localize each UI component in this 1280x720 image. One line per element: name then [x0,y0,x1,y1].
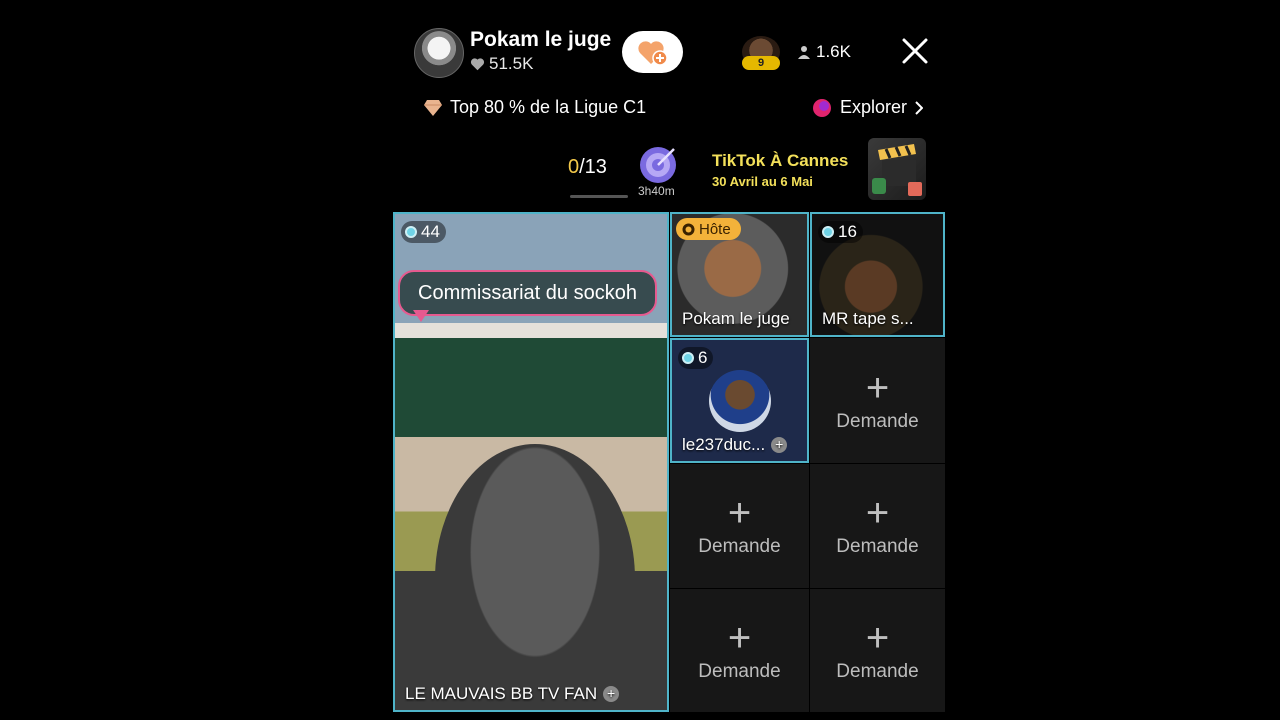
plus-icon: + [865,491,890,535]
gift-score-value: 16 [838,222,857,241]
plus-icon: + [865,615,890,660]
goal-progress[interactable]: 0/13 [568,156,607,179]
host-badge: Hôte [676,218,741,240]
host-tile[interactable]: Hôte Pokam le juge [670,212,809,337]
likes-count: 51.5K [470,54,533,74]
target-icon[interactable] [636,144,680,184]
comment-bubble: Commissariat du sockoh [398,270,657,316]
clapperboard-icon [872,144,922,196]
request-label: Demande [698,536,781,557]
guest-name-label: MR tape s... [822,309,914,328]
heart-icon [470,58,485,71]
league-rank[interactable]: Top 80 % de la Ligue C1 [424,97,646,118]
goal-current: 0 [568,156,580,178]
plus-icon: + [727,491,752,535]
guest-tile-3[interactable]: 6 le237duc... + [670,338,809,463]
plus-icon: + [727,615,752,660]
guest-tile-2[interactable]: 16 MR tape s... [810,212,945,337]
chevron-right-icon [915,100,924,115]
guest-name-label: LE MAUVAIS BB TV FAN [405,684,598,703]
gift-dot-icon [405,226,417,238]
gift-score-value: 44 [421,222,440,241]
host-badge-icon [682,223,695,235]
host-avatar[interactable] [414,28,464,78]
gift-score-value: 6 [698,348,708,367]
gift-score: 16 [818,221,863,243]
explore-link[interactable]: Explorer [812,97,924,118]
goal-timer: 3h40m [638,184,675,198]
follow-guest-icon[interactable]: + [603,686,620,702]
goal-progress-bar [570,195,628,198]
request-label: Demande [698,660,781,682]
host-tile-name-label: Pokam le juge [682,309,790,328]
video-feed-figure [435,444,635,710]
league-label: Top 80 % de la Ligue C1 [450,97,647,117]
plus-icon: + [865,365,890,410]
guest-name: MR tape s... [822,309,914,329]
diamond-icon [424,99,442,116]
host-name[interactable]: Pokam le juge [470,28,611,52]
request-slot[interactable]: + Demande [670,589,809,712]
viewer-count-value: 1.6K [816,42,851,61]
host-tile-name: Pokam le juge [682,309,790,329]
request-slot[interactable]: + Demande [810,589,945,712]
explore-label: Explorer [840,97,908,117]
promo-title[interactable]: TikTok À Cannes [712,151,848,171]
request-label: Demande [836,660,919,682]
close-icon[interactable] [898,34,932,68]
gift-dot-icon [822,226,834,238]
explore-icon [813,98,831,117]
person-icon [798,46,810,59]
host-badge-label: Hôte [699,220,731,238]
gift-score: 44 [401,221,446,243]
viewer-rank-badge: 9 [742,56,780,70]
follow-button[interactable] [622,31,683,73]
comment-bubble-tail [413,310,429,322]
promo-banner-image[interactable] [868,138,926,200]
viewer-count[interactable]: 1.6K [798,42,851,62]
gift-dot-icon [682,352,694,364]
guest-name: le237duc... + [682,435,788,455]
goal-total: /13 [579,156,607,178]
follow-guest-icon[interactable]: + [771,437,788,453]
guest-name: LE MAUVAIS BB TV FAN + [405,684,620,704]
likes-value: 51.5K [489,54,534,73]
promo-subtitle: 30 Avril au 6 Mai [712,174,813,189]
request-slot[interactable]: + Demande [810,464,945,588]
request-label: Demande [836,410,919,432]
guest-avatar [709,370,771,432]
heart-plus-icon [637,41,668,66]
guest-name-label: le237duc... [682,435,766,454]
guest-tile-main[interactable]: 44 Commissariat du sockoh LE MAUVAIS BB … [393,212,669,712]
request-slot[interactable]: + Demande [670,464,809,588]
gift-score: 6 [678,347,714,369]
request-label: Demande [836,536,919,557]
request-slot[interactable]: + Demande [810,338,945,463]
